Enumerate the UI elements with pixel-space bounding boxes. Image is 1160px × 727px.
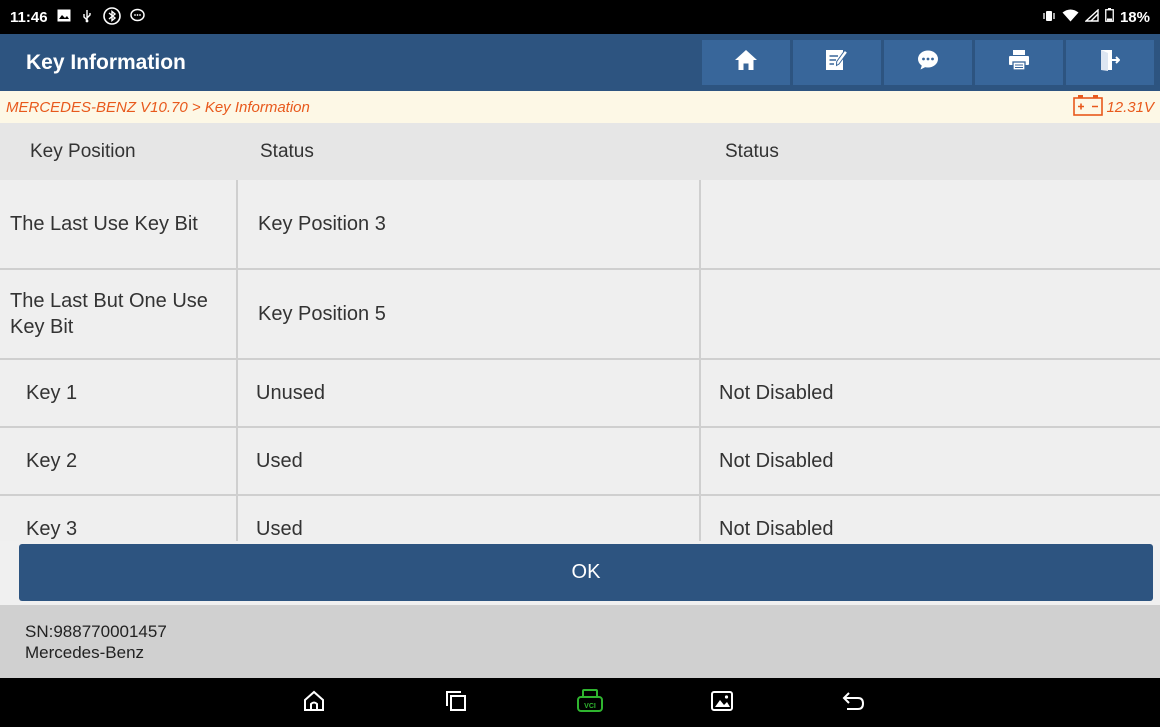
- vci-button[interactable]: VCI: [576, 688, 604, 718]
- battery-icon: [1105, 8, 1114, 26]
- navigation-bar: VCI: [0, 678, 1160, 727]
- car-battery-icon: [1073, 94, 1104, 120]
- cell-status: Used: [238, 428, 701, 494]
- ok-button[interactable]: OK: [19, 544, 1153, 601]
- key-info-table[interactable]: Key Position Status Status The Last Use …: [0, 123, 1160, 541]
- breadcrumb: MERCEDES-BENZ V10.70 > Key Information 1…: [0, 91, 1160, 123]
- cell-status-2: Not Disabled: [719, 517, 834, 540]
- device-info-footer: SN:988770001457 Mercedes-Benz: [0, 605, 1160, 678]
- cell-status-2: Not Disabled: [719, 381, 834, 404]
- nav-home-icon: [302, 689, 326, 718]
- cell-status: Key Position 5: [238, 270, 701, 358]
- nav-home-button[interactable]: [300, 689, 328, 717]
- message-button[interactable]: [884, 40, 972, 85]
- table-row: Key 3 Used Not Disabled: [0, 496, 1160, 541]
- cell-key-position: Key 1: [0, 360, 238, 426]
- table-row: The Last But One Use Key Bit Key Positio…: [0, 270, 1160, 360]
- svg-text:VCI: VCI: [584, 703, 596, 710]
- back-icon: [842, 690, 866, 717]
- serial-number: SN:988770001457: [25, 622, 167, 641]
- vibrate-icon: [1042, 9, 1056, 26]
- usb-icon: [80, 9, 94, 26]
- voltage-indicator: 12.31V: [1073, 94, 1154, 120]
- recent-apps-icon: [445, 690, 467, 717]
- table-row: The Last Use Key Bit Key Position 3: [0, 180, 1160, 270]
- bluetooth-icon: [102, 6, 121, 28]
- wifi-icon: [1062, 9, 1079, 26]
- column-header-status: Status: [260, 140, 314, 162]
- cell-key-position: The Last Use Key Bit: [0, 180, 238, 268]
- title-bar: Key Information: [0, 34, 1160, 91]
- message-icon: [917, 50, 939, 75]
- print-button[interactable]: [975, 40, 1063, 85]
- cell-status-2: [701, 180, 1160, 268]
- chat-icon: [129, 8, 145, 26]
- status-bar: 11:46 18%: [0, 0, 1160, 34]
- cell-key-position: Key 2: [0, 428, 238, 494]
- screenshot-icon: [711, 690, 733, 716]
- home-icon: [734, 49, 758, 76]
- table-row: Key 2 Used Not Disabled: [0, 428, 1160, 496]
- cell-status: Unused: [238, 360, 701, 426]
- page-title: Key Information: [26, 50, 186, 74]
- column-header-status-2: Status: [725, 140, 779, 162]
- edit-icon: [825, 49, 849, 76]
- exit-button[interactable]: [1066, 40, 1154, 85]
- clock: 11:46: [10, 8, 48, 26]
- edit-button[interactable]: [793, 40, 881, 85]
- battery-percent: 18%: [1119, 8, 1150, 26]
- column-header-key-position: Key Position: [30, 140, 136, 162]
- back-button[interactable]: [840, 689, 868, 717]
- cell-key-position: Key 3: [0, 496, 238, 541]
- cell-status: Used: [238, 496, 701, 541]
- table-header: Key Position Status Status: [0, 123, 1160, 180]
- action-area: OK: [0, 541, 1160, 605]
- cell-status-2: [701, 270, 1160, 358]
- vehicle-make: Mercedes-Benz: [25, 643, 145, 662]
- cell-status: Key Position 3: [238, 180, 701, 268]
- cell-key-position: The Last But One Use Key Bit: [0, 270, 238, 358]
- recent-apps-button[interactable]: [442, 689, 470, 717]
- voltage-value: 12.31V: [1106, 98, 1154, 116]
- signal-icon: [1084, 7, 1099, 26]
- cell-status-2: Not Disabled: [719, 449, 834, 472]
- print-icon: [1008, 49, 1030, 76]
- gallery-icon: [57, 9, 71, 25]
- exit-icon: [1100, 49, 1121, 76]
- table-row: Key 1 Unused Not Disabled: [0, 360, 1160, 428]
- breadcrumb-path: MERCEDES-BENZ V10.70 > Key Information: [6, 98, 310, 116]
- home-button[interactable]: [702, 40, 790, 85]
- screenshot-button[interactable]: [708, 689, 736, 717]
- vci-icon: VCI: [576, 688, 604, 718]
